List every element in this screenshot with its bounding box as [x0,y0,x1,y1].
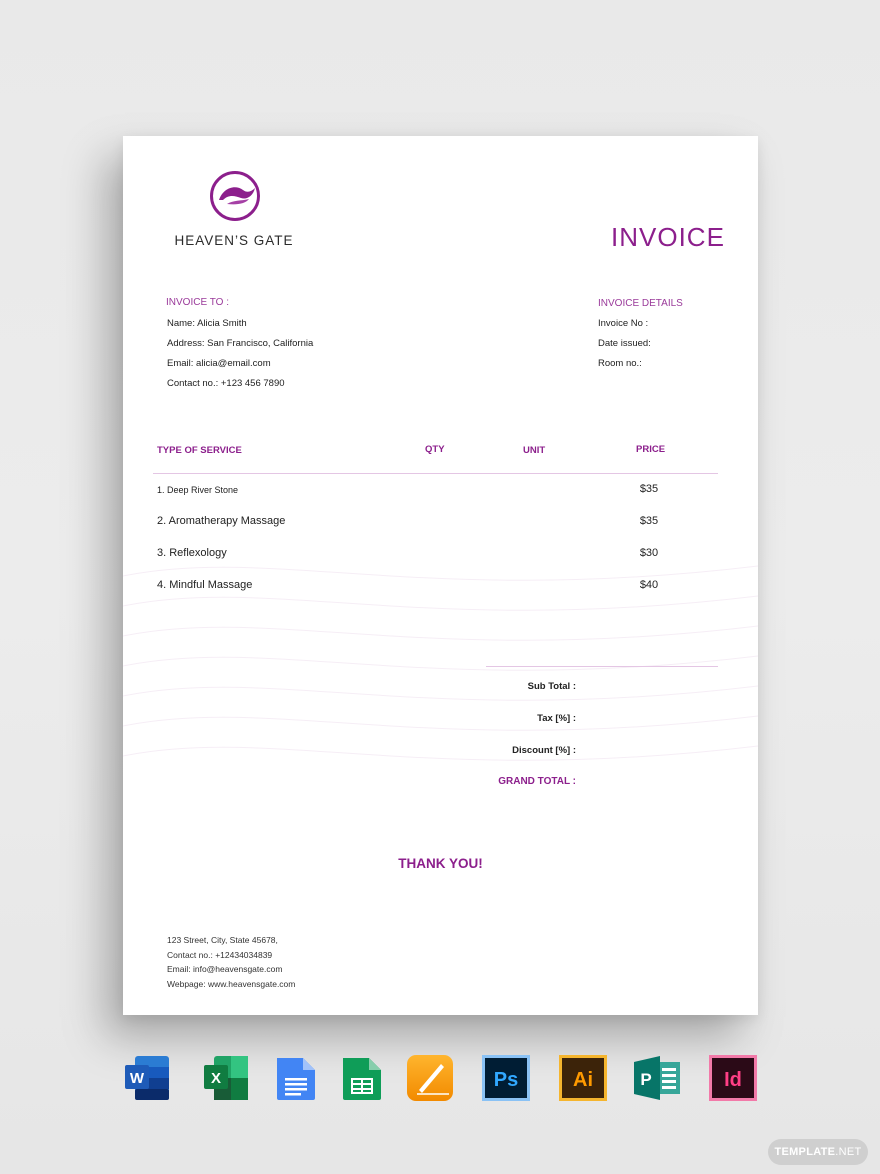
template-net-watermark: TEMPLATE.NET [768,1139,868,1165]
price-item-1: $35 [639,483,659,495]
customer-name: Name: Alicia Smith [167,318,247,329]
service-item-2: 2. Aromatherapy Massage [157,515,286,527]
customer-contact: Contact no.: +123 456 7890 [167,378,285,389]
publisher-icon[interactable]: P [632,1054,682,1102]
price-item-2: $35 [639,515,659,527]
header-service: TYPE OF SERVICE [157,445,242,456]
thank-you-message: THANK YOU! [398,856,483,871]
header-unit: UNIT [523,445,546,456]
totals-rule [486,666,718,667]
header-price: PRICE [636,444,666,455]
svg-text:P: P [640,1070,651,1089]
invoice-title: INVOICE [611,222,725,252]
customer-email: Email: alicia@email.com [167,358,271,369]
header-qty: QTY [425,444,445,455]
excel-icon[interactable]: X [202,1054,252,1102]
svg-text:X: X [211,1070,221,1087]
date-issued: Date issued: [598,338,651,349]
footer-email: Email: info@heavensgate.com [167,964,283,974]
svg-text:W: W [130,1070,145,1087]
indesign-icon[interactable]: Id [708,1054,758,1102]
footer-contact: 123 Street, City, State 45678, Contact n… [167,933,295,991]
footer-address: 123 Street, City, State 45678, [167,935,278,945]
google-sheets-icon[interactable] [337,1054,387,1102]
word-icon[interactable]: W [123,1054,173,1102]
invoice-details-block: Invoice No : Date issued: Room no.: [598,314,651,374]
discount-label: Discount [%] : [512,745,576,756]
heavens-gate-logo [210,171,260,221]
illustrator-icon[interactable]: Ai [558,1054,608,1102]
invoice-details-heading: INVOICE DETAILS [598,298,683,309]
service-item-3: 3. Reflexology [157,547,227,559]
customer-address: Address: San Francisco, California [167,338,314,349]
invoice-number: Invoice No : [598,318,649,329]
sub-total-label: Sub Total : [527,681,576,692]
svg-text:Ai: Ai [573,1069,593,1091]
invoice-page: HEAVEN’S GATE INVOICE INVOICE TO : Name:… [123,136,758,1015]
price-item-4: $40 [639,579,659,591]
price-item-3: $30 [639,547,659,559]
invoice-to-heading: INVOICE TO : [166,297,229,308]
svg-text:Ps: Ps [494,1069,518,1091]
room-number: Room no.: [598,358,642,369]
footer-webpage: Webpage: www.heavensgate.com [167,978,296,989]
pages-icon[interactable] [405,1054,455,1102]
app-icon-row: W X Ps Ai P Id [0,1054,880,1104]
watermark-bold: TEMPLATE [774,1146,836,1158]
table-header-rule [153,473,718,474]
service-item-1: 1. Deep River Stone [157,485,239,495]
footer-contact-no: Contact no.: +12434034839 [167,949,273,960]
photoshop-icon[interactable]: Ps [481,1054,531,1102]
brand-name: HEAVEN’S GATE [174,233,294,248]
invoice-to-block: Name: Alicia Smith Address: San Francisc… [167,314,313,394]
svg-text:Id: Id [724,1069,742,1091]
service-item-4: 4. Mindful Massage [157,579,253,591]
watermark-light: .NET [835,1146,862,1158]
tax-label: Tax [%] : [537,713,576,724]
google-docs-icon[interactable] [271,1054,321,1102]
grand-total-label: GRAND TOTAL : [498,776,576,787]
